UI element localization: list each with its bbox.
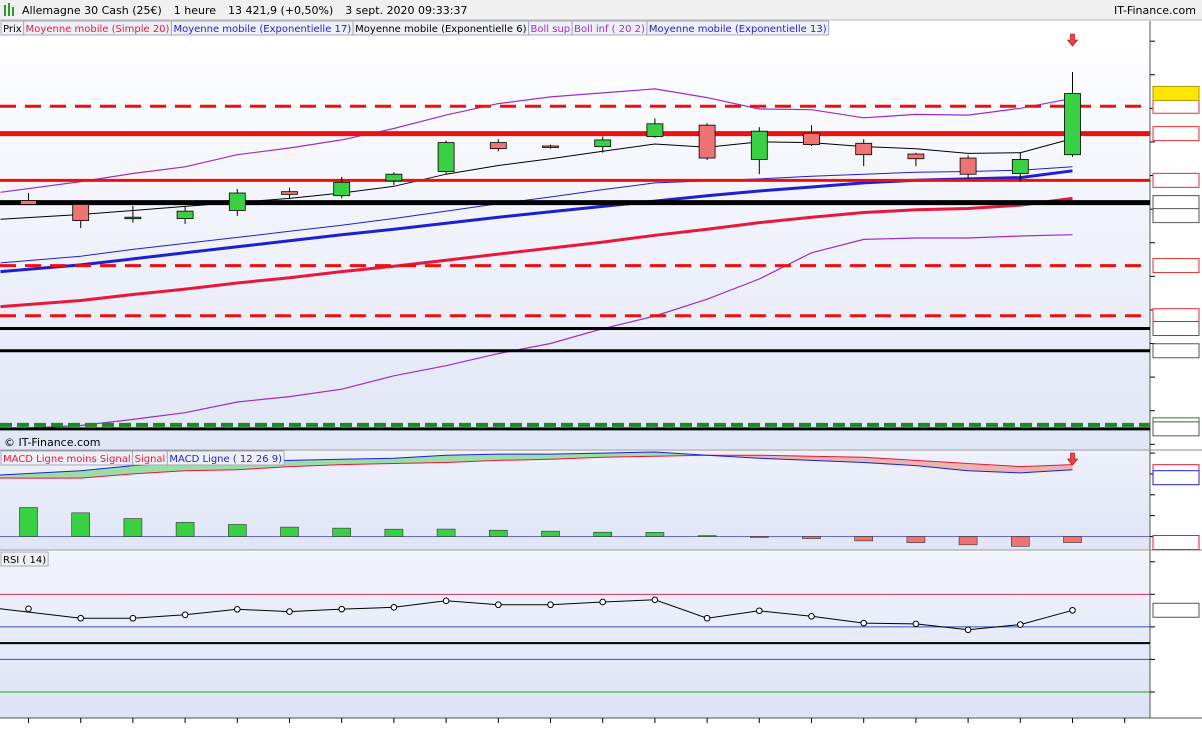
rsi-value-tag xyxy=(1152,602,1200,618)
candle-body xyxy=(959,157,977,175)
chart-canvas: Allemagne 30 Cash (25€) 1 heure 13 421,9 (… xyxy=(0,0,1202,723)
legend-item: MACD Ligne ( 12 26 9) xyxy=(169,454,282,465)
macd-histogram-bar xyxy=(228,524,247,537)
level-tag xyxy=(1152,208,1200,224)
candle-body xyxy=(176,210,194,219)
candle-body xyxy=(489,142,507,150)
timeframe: 1 heure xyxy=(174,4,216,17)
macd-histogram-bar xyxy=(593,531,613,537)
rsi-point xyxy=(286,608,293,615)
macd-histogram-bar xyxy=(645,532,665,537)
macd-histogram-bar xyxy=(332,527,352,537)
legend-item: Boll sup xyxy=(531,24,571,35)
rsi-point xyxy=(964,626,972,634)
macd-histogram-bar xyxy=(541,530,560,537)
timestamp: 3 sept. 2020 09:33:37 xyxy=(345,4,467,17)
level-tag xyxy=(1152,308,1200,324)
price-panel xyxy=(0,21,1150,449)
candle-body xyxy=(1011,159,1029,174)
chart-header: Allemagne 30 Cash (25€) 1 heure 13 421,9 (… xyxy=(22,4,467,17)
macd-histogram-bar xyxy=(488,529,508,537)
candle-body xyxy=(542,145,559,148)
rsi-point xyxy=(181,611,189,619)
legend-item: Prix xyxy=(3,24,22,35)
level-tag xyxy=(1152,172,1200,188)
rsi-point xyxy=(547,601,554,609)
macd-histogram-bar xyxy=(280,526,299,537)
rsi-point xyxy=(860,619,868,627)
macd-histogram-bar xyxy=(906,536,926,543)
legend-item: RSI ( 14) xyxy=(3,555,46,566)
rsi-point xyxy=(495,601,502,609)
macd-value-tag xyxy=(1152,470,1200,486)
macd-histogram-bar xyxy=(854,536,874,542)
level-tag xyxy=(1152,126,1200,142)
macd-histogram-bar xyxy=(436,528,456,537)
candle-body xyxy=(437,142,455,172)
rsi-point xyxy=(651,596,659,604)
level-tag xyxy=(1152,421,1200,437)
macd-value-tag xyxy=(1152,535,1200,551)
legend-item: MACD Ligne moins Signal xyxy=(3,454,131,465)
macd-histogram-bar xyxy=(802,536,821,539)
rsi-point xyxy=(756,607,763,615)
rsi-point xyxy=(703,614,711,622)
rsi-panel xyxy=(0,552,1150,718)
candle-body xyxy=(228,192,246,211)
candle-body xyxy=(907,153,925,160)
candle-body xyxy=(855,142,873,156)
legend-item: Moyenne mobile (Exponentielle 13) xyxy=(649,24,827,35)
candle-body xyxy=(20,199,37,205)
candle-body xyxy=(1064,93,1081,156)
level-tag xyxy=(1152,258,1200,274)
macd-histogram-bar xyxy=(384,528,404,537)
legend-item: Moyenne mobile (Exponentielle 6) xyxy=(355,24,526,35)
macd-histogram-bar xyxy=(175,522,195,537)
macd-histogram-bar xyxy=(123,518,143,537)
level-tag xyxy=(1152,321,1200,337)
macd-histogram-bar xyxy=(958,536,978,546)
macd-histogram-bar xyxy=(1010,536,1030,547)
rsi-point xyxy=(1017,621,1024,628)
rsi-point xyxy=(808,612,815,620)
current-price-tag xyxy=(1152,85,1200,101)
copyright-text: © IT-Finance.com xyxy=(4,436,101,449)
candle-body xyxy=(698,124,716,159)
rsi-point xyxy=(338,605,346,613)
instrument-name: Allemagne 30 Cash (25€) xyxy=(22,4,162,17)
macd-histogram-bar xyxy=(1063,536,1082,543)
candle-body xyxy=(333,181,351,197)
level-tag xyxy=(1152,343,1200,359)
legend-item: Moyenne mobile (Exponentielle 17) xyxy=(173,24,351,35)
rsi-point xyxy=(442,597,450,605)
last-price: 13 421,9 (+0,50%) xyxy=(228,4,333,17)
rsi-point xyxy=(77,614,84,622)
candle-body xyxy=(124,216,142,220)
candle-body xyxy=(803,132,820,146)
candle-body xyxy=(750,130,768,160)
level-tag xyxy=(1152,98,1200,114)
rsi-point xyxy=(599,598,607,606)
x-axis xyxy=(28,718,1126,723)
rsi-point xyxy=(390,604,398,611)
macd-histogram-bar xyxy=(19,507,38,537)
legend-item: Moyenne mobile (Simple 20) xyxy=(26,24,170,35)
candle-body xyxy=(646,123,664,137)
rsi-point xyxy=(1069,606,1076,614)
rsi-point xyxy=(912,620,920,628)
rsi-point xyxy=(25,605,32,613)
macd-histogram-bar xyxy=(749,536,769,538)
macd-histogram-bar xyxy=(697,535,717,537)
site-name[interactable]: IT-Finance.com xyxy=(1114,4,1196,17)
legend-item: Boll inf ( 20 2) xyxy=(574,24,645,35)
rsi-point xyxy=(129,614,137,622)
candle-body xyxy=(72,204,90,221)
rsi-point xyxy=(234,605,241,613)
legend-item: Signal xyxy=(135,454,166,465)
level-tag xyxy=(1152,195,1200,211)
candle-body xyxy=(385,173,403,182)
candle-body xyxy=(281,191,298,195)
macd-histogram-bar xyxy=(71,512,90,537)
candle-body xyxy=(594,139,612,148)
